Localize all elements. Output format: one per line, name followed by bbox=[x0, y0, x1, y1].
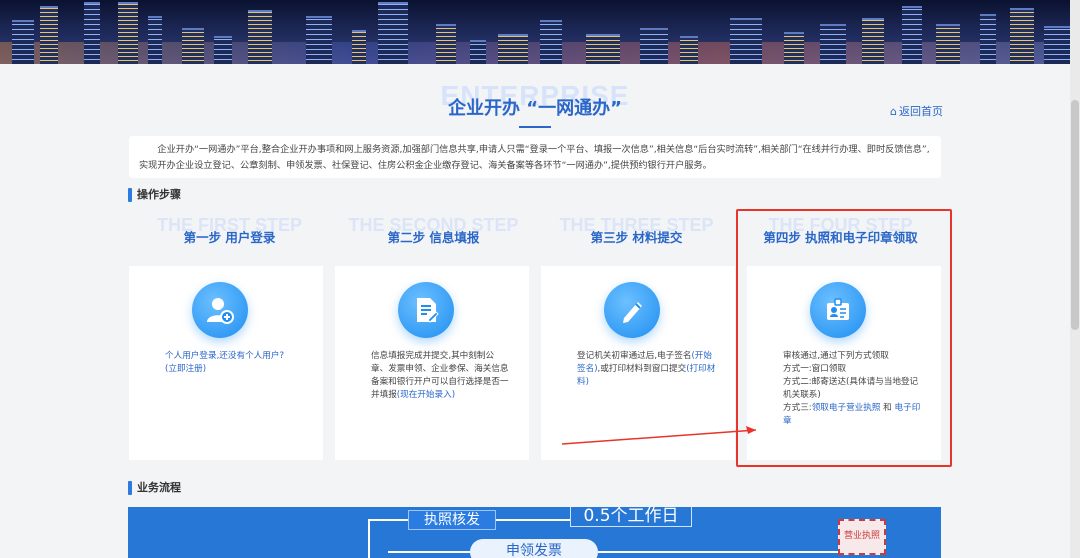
flow-connector bbox=[598, 551, 838, 553]
document-edit-icon[interactable] bbox=[398, 282, 454, 338]
building bbox=[378, 2, 408, 64]
building bbox=[784, 32, 804, 64]
building bbox=[40, 6, 58, 64]
flow-connector bbox=[368, 519, 370, 558]
flow-connector bbox=[388, 551, 470, 553]
building bbox=[214, 36, 232, 64]
building bbox=[148, 16, 162, 64]
annotation-arrow bbox=[561, 426, 757, 445]
page-scrollbar[interactable] bbox=[1070, 0, 1080, 558]
register-link[interactable]: (立即注册) bbox=[165, 364, 206, 374]
section-heading-steps: 操作步骤 bbox=[128, 187, 181, 203]
step-1-title: 第一步 用户登录 bbox=[183, 230, 276, 245]
building bbox=[820, 24, 846, 64]
building bbox=[586, 34, 620, 64]
intro-text: 企业开办“一网通办”平台,整合企业开办事项和网上服务资源,加强部门信息共享,申请… bbox=[129, 136, 941, 178]
building bbox=[980, 14, 996, 64]
step-2-card: 信息填报完成并提交,其中刻制公章、发票申领、企业参保、海关信息备案和银行开户可以… bbox=[335, 266, 529, 460]
building bbox=[640, 28, 668, 64]
back-home-link[interactable]: ⌂ 返回首页 bbox=[890, 103, 943, 119]
building bbox=[1044, 26, 1070, 64]
building bbox=[540, 20, 562, 64]
flow-connector bbox=[496, 519, 570, 521]
building bbox=[12, 20, 34, 64]
step-1-card: 个人用户登录,还没有个人用户? (立即注册) bbox=[129, 266, 323, 460]
scrollbar-thumb[interactable] bbox=[1071, 100, 1079, 330]
step-2-header: THE SECOND STEP 第二步 信息填报 bbox=[331, 215, 536, 245]
flow-node-duration: 0.5个工作日 bbox=[570, 507, 692, 527]
building bbox=[306, 16, 332, 64]
back-home-label: 返回首页 bbox=[898, 105, 943, 118]
building bbox=[680, 36, 698, 64]
building bbox=[436, 24, 456, 64]
building bbox=[498, 34, 528, 64]
city-banner bbox=[0, 0, 1080, 64]
start-entry-link[interactable]: (现在开始录入) bbox=[397, 390, 455, 400]
step-1-text: 个人用户登录,还没有个人用户? bbox=[165, 351, 285, 361]
building bbox=[470, 40, 486, 64]
business-license-stamp: 营业执照 bbox=[838, 519, 886, 555]
step-3-title: 第三步 材料提交 bbox=[590, 230, 683, 245]
step-2-description: 信息填报完成并提交,其中刻制公章、发票申领、企业参保、海关信息备案和银行开户可以… bbox=[371, 350, 511, 402]
building bbox=[902, 6, 922, 64]
building bbox=[352, 30, 366, 64]
building bbox=[182, 28, 204, 64]
section-heading-flow: 业务流程 bbox=[128, 480, 181, 496]
step-3-description: 登记机关初审通过后,电子签名(开始签名),或打印材料到窗口提交(打印材料) bbox=[577, 350, 717, 389]
title-underline bbox=[519, 126, 551, 128]
building bbox=[1010, 8, 1034, 64]
step-1-header: THE FIRST STEP 第一步 用户登录 bbox=[127, 215, 332, 245]
building bbox=[862, 18, 884, 64]
flow-node-license-issue: 执照核发 bbox=[408, 510, 496, 530]
building bbox=[730, 18, 762, 64]
building bbox=[936, 24, 960, 64]
user-add-icon[interactable] bbox=[192, 282, 248, 338]
step-3-text-1: 登记机关初审通过后,电子签名 bbox=[577, 351, 692, 361]
flow-connector bbox=[368, 519, 408, 521]
home-icon: ⌂ bbox=[890, 105, 897, 118]
step-1-description: 个人用户登录,还没有个人用户? (立即注册) bbox=[165, 350, 305, 376]
business-flow-diagram: 执照核发 0.5个工作日 申领发票 营业执照 bbox=[128, 507, 941, 558]
building bbox=[248, 10, 272, 64]
building bbox=[118, 2, 138, 64]
building bbox=[84, 2, 100, 64]
step-2-title: 第二步 信息填报 bbox=[387, 230, 480, 245]
flow-node-invoice: 申领发票 bbox=[470, 539, 598, 558]
pen-icon[interactable] bbox=[604, 282, 660, 338]
step-3-header: THE THREE STEP 第三步 材料提交 bbox=[534, 215, 739, 245]
step-3-text-2: ,或打印材料到窗口提交 bbox=[597, 364, 687, 374]
